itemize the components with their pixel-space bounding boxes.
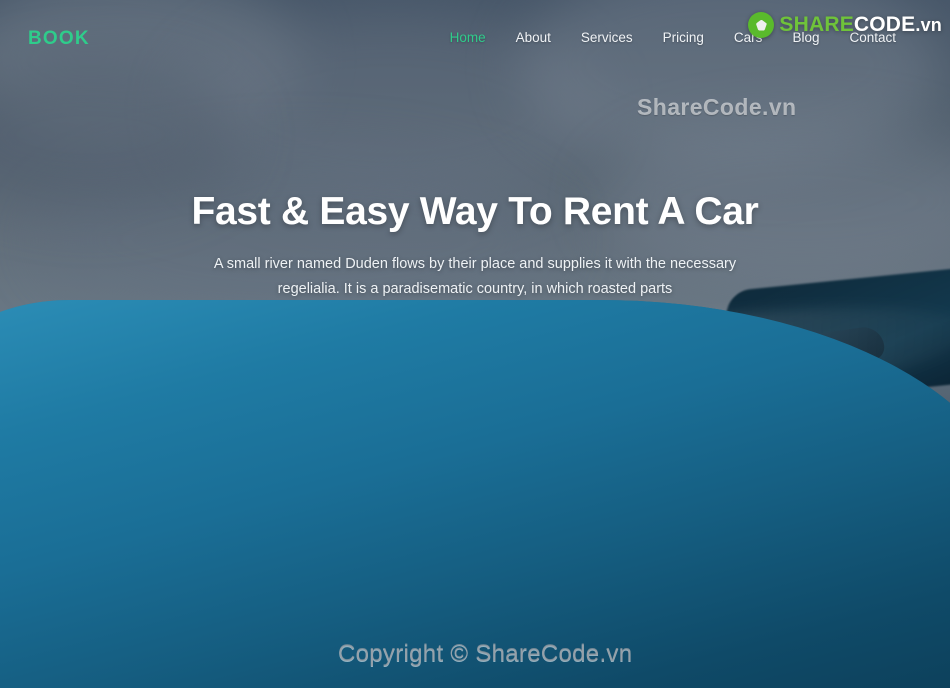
hero-content: Fast & Easy Way To Rent A Car A small ri…: [0, 190, 950, 303]
watermark-tld-text: .vn: [915, 15, 942, 35]
copyright-watermark: Copyright © ShareCode.vn: [338, 640, 633, 667]
sharecode-watermark-logo: SHARECODE.vn: [748, 12, 942, 38]
hero-subtitle: A small river named Duden flows by their…: [213, 256, 737, 298]
site-logo[interactable]: CAR BOOK: [0, 28, 950, 688]
logo-text-primary: CAR: [0, 300, 950, 688]
page-root: V6 CARBOOK Home About Services Pricing C…: [0, 0, 950, 688]
sharecode-recycle-icon: [748, 12, 775, 38]
hero-title: Fast & Easy Way To Rent A Car: [191, 190, 759, 233]
nav-item-home[interactable]: Home: [450, 30, 486, 45]
watermark-code-text: CODE: [853, 13, 916, 36]
center-watermark: ShareCode.vn: [637, 94, 797, 120]
sharecode-watermark-text: SHARECODE.vn: [779, 13, 942, 37]
nav-item-pricing[interactable]: Pricing: [663, 30, 704, 45]
nav-item-services[interactable]: Services: [581, 30, 633, 45]
nav-item-about[interactable]: About: [516, 30, 551, 45]
logo-text-accent: BOOK: [28, 28, 90, 49]
watermark-share-text: SHARE: [779, 13, 854, 36]
